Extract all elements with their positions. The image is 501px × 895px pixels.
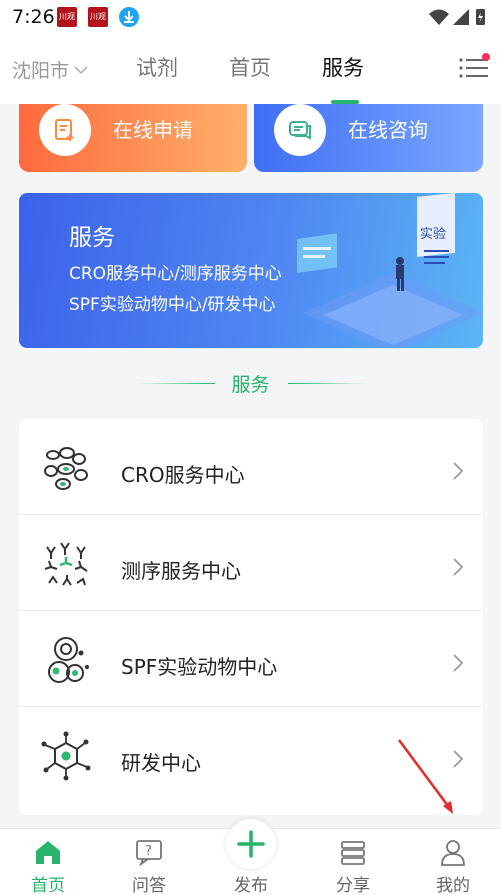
service-item-spf[interactable]: SPF实验动物中心 bbox=[19, 611, 483, 707]
top-nav: 沈阳市 试剂 首页 服务 bbox=[0, 34, 501, 104]
nav-home[interactable]: 首页 bbox=[8, 829, 88, 895]
user-icon bbox=[441, 840, 465, 866]
svg-text:?: ? bbox=[145, 844, 152, 859]
wifi-icon bbox=[429, 9, 449, 25]
notification-app-icon: 川观 bbox=[57, 7, 77, 27]
online-apply-card[interactable]: 在线申请 bbox=[19, 104, 247, 172]
chevron-right-icon bbox=[453, 462, 464, 480]
nav-mine[interactable]: 我的 bbox=[413, 829, 493, 895]
antibody-icon bbox=[44, 542, 88, 586]
notification-dot bbox=[482, 53, 490, 61]
tab-reagents[interactable]: 试剂 bbox=[136, 52, 178, 82]
plus-icon bbox=[237, 830, 265, 858]
service-label-cro: CRO服务中心 bbox=[121, 463, 245, 487]
service-label-spf: SPF实验动物中心 bbox=[121, 655, 278, 679]
molecule-icon bbox=[41, 731, 91, 781]
cell-icon bbox=[48, 637, 89, 683]
home-icon bbox=[36, 841, 60, 864]
publish-button[interactable] bbox=[226, 819, 276, 869]
service-label-rnd: 研发中心 bbox=[121, 751, 201, 775]
battery-icon bbox=[476, 9, 485, 25]
banner-line-1: CRO服务中心/测序服务中心 bbox=[69, 264, 282, 284]
tab-services[interactable]: 服务 bbox=[322, 52, 364, 82]
banner-line-2: SPF实验动物中心/研发中心 bbox=[69, 295, 276, 315]
city-label: 沈阳市 bbox=[12, 60, 70, 82]
section-divider-right bbox=[288, 383, 368, 384]
status-icons bbox=[427, 6, 487, 32]
online-consult-card[interactable]: 在线咨询 bbox=[254, 104, 483, 172]
nav-publish-label: 发布 bbox=[234, 876, 268, 895]
service-item-cro[interactable]: CRO服务中心 bbox=[19, 419, 483, 515]
signal-icon bbox=[453, 9, 469, 25]
nav-share-label: 分享 bbox=[336, 876, 370, 895]
online-apply-label: 在线申请 bbox=[113, 118, 193, 142]
nav-share[interactable]: 分享 bbox=[313, 829, 393, 895]
services-banner[interactable]: 服务 CRO服务中心/测序服务中心 SPF实验动物中心/研发中心 实验 bbox=[19, 193, 483, 348]
online-consult-label: 在线咨询 bbox=[348, 118, 428, 142]
nav-qa-label: 问答 bbox=[132, 876, 166, 895]
cells-icon bbox=[44, 447, 88, 490]
chat-icon bbox=[274, 104, 326, 156]
lab-illustration: 实验 bbox=[297, 193, 483, 348]
chevron-right-icon bbox=[453, 654, 464, 672]
menu-button[interactable] bbox=[458, 53, 490, 82]
status-bar: 7:26 川观 川观 bbox=[0, 0, 501, 34]
city-selector[interactable]: 沈阳市 bbox=[12, 56, 89, 83]
service-item-sequencing[interactable]: 测序服务中心 bbox=[19, 515, 483, 611]
section-title: 服务 bbox=[231, 374, 270, 396]
tab-home[interactable]: 首页 bbox=[229, 52, 271, 82]
notification-app-icon: 川观 bbox=[88, 7, 108, 27]
banner-art-label: 实验 bbox=[420, 226, 446, 242]
chevron-right-icon bbox=[453, 558, 464, 576]
nav-mine-label: 我的 bbox=[436, 876, 470, 895]
status-time: 7:26 bbox=[12, 6, 55, 28]
nav-qa[interactable]: ? 问答 bbox=[109, 829, 189, 895]
annotation-arrow bbox=[397, 739, 453, 814]
share-icon bbox=[341, 841, 365, 865]
nav-home-label: 首页 bbox=[31, 876, 65, 895]
chevron-down-icon bbox=[74, 65, 88, 74]
apply-form-icon bbox=[39, 104, 91, 156]
banner-title: 服务 bbox=[69, 225, 115, 251]
download-icon bbox=[119, 7, 139, 27]
service-label-sequencing: 测序服务中心 bbox=[121, 559, 241, 583]
qa-icon: ? bbox=[136, 840, 162, 866]
